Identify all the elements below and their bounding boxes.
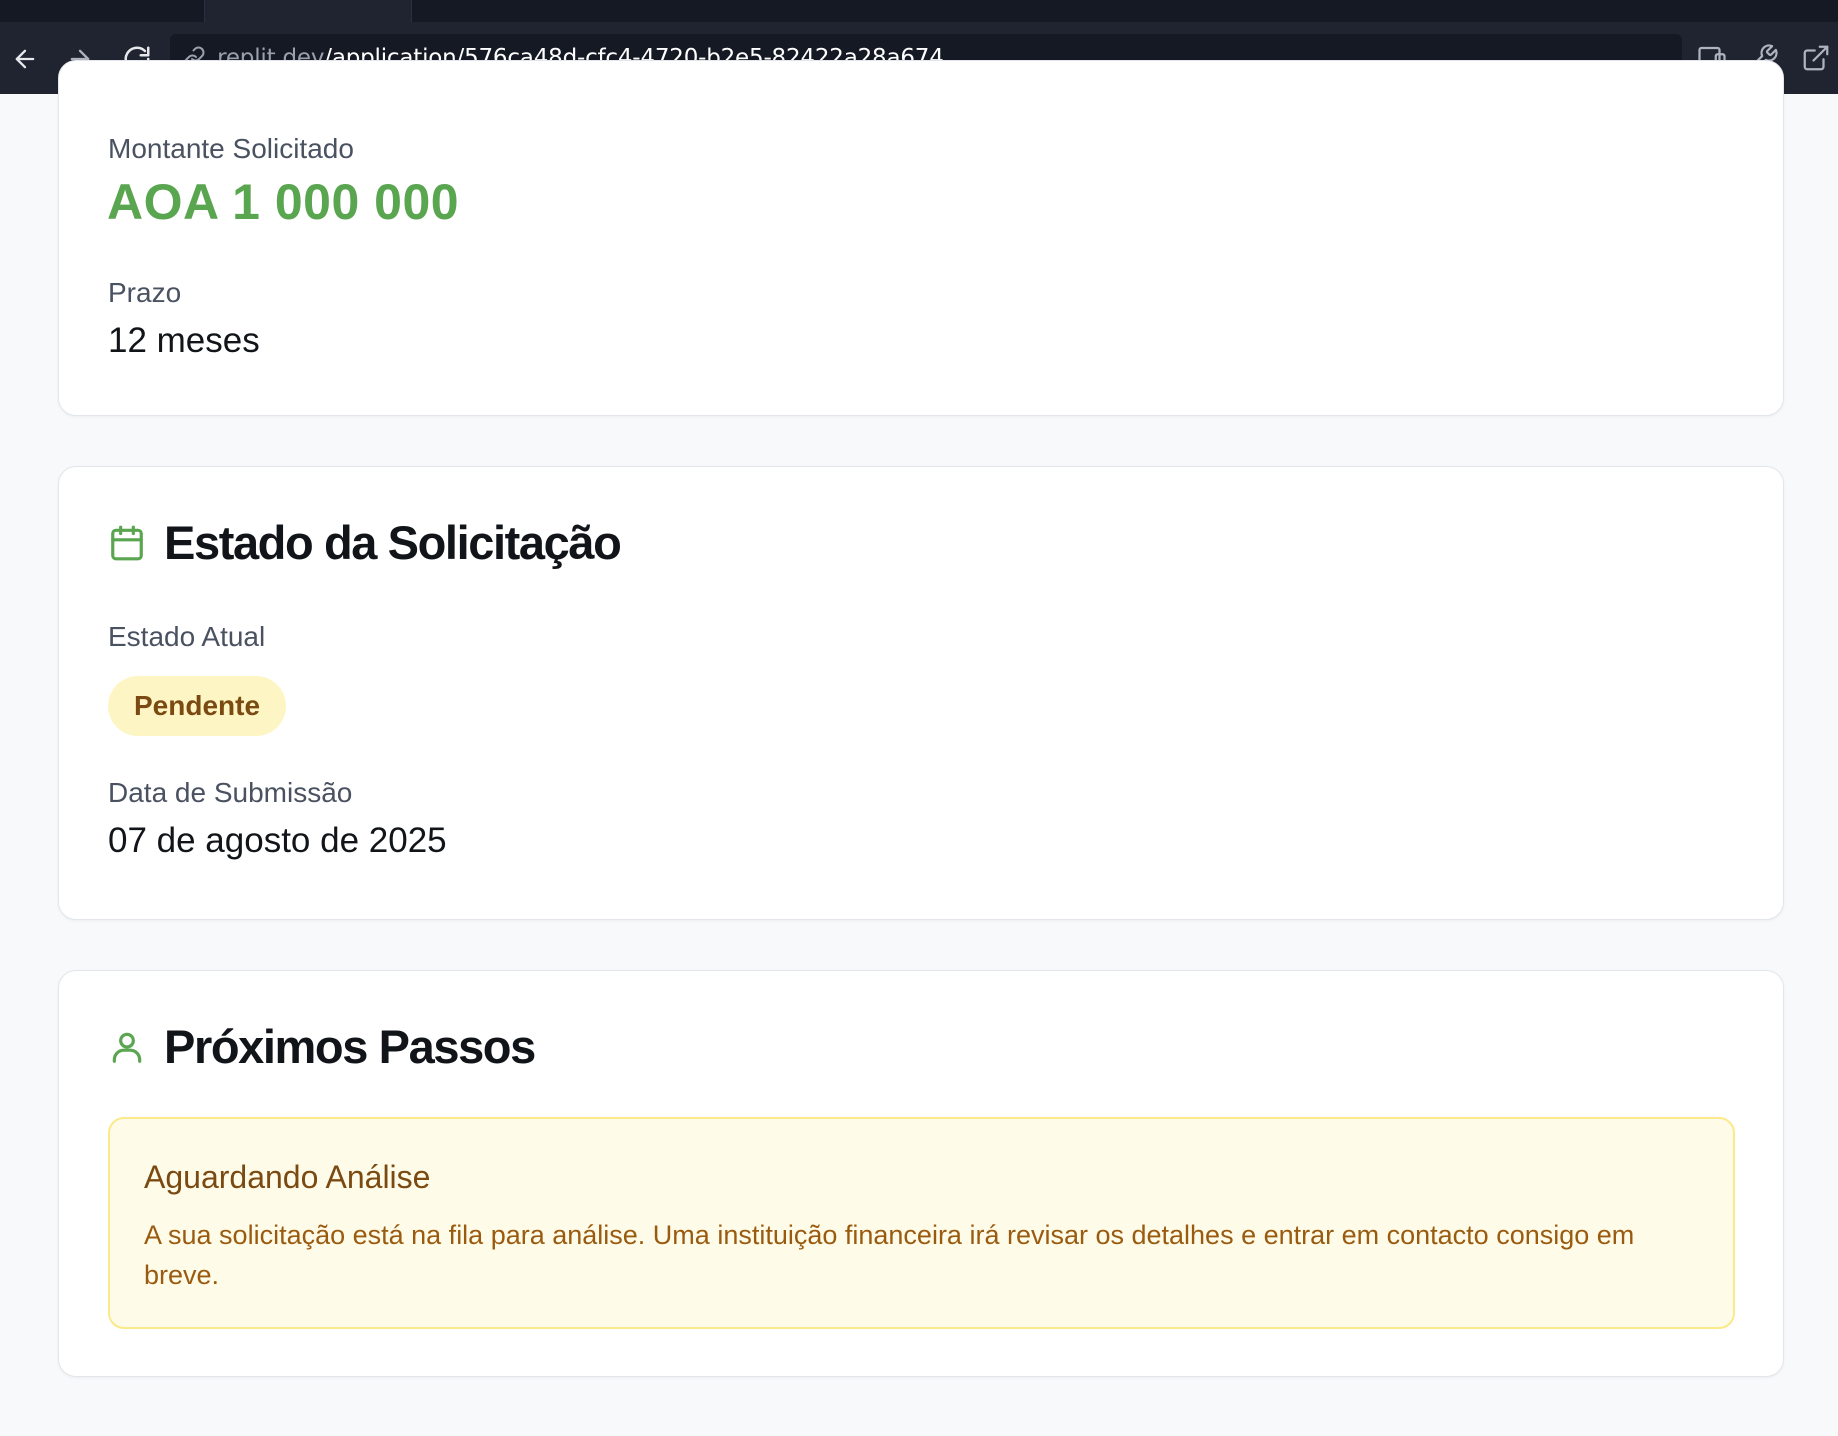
user-icon xyxy=(108,1028,146,1066)
term-value: 12 meses xyxy=(108,321,260,360)
status-badge: Pendente xyxy=(108,676,287,736)
notice-body: A sua solicitação está na fila para anál… xyxy=(144,1220,1635,1290)
current-status-label: Estado Atual xyxy=(108,621,266,652)
browser-tabstrip xyxy=(0,0,1838,22)
pending-review-notice: Aguardando Análise A sua solicitação est… xyxy=(108,1117,1735,1329)
next-steps-card-title: Próximos Passos xyxy=(164,1020,536,1073)
submission-date-label: Data de Submissão xyxy=(108,777,353,808)
amount-value: AOA 1 000 000 xyxy=(107,174,460,230)
next-steps-card-header: Próximos Passos xyxy=(108,1019,536,1074)
browser-tab-active[interactable] xyxy=(204,0,412,22)
external-link-icon xyxy=(1803,45,1829,71)
amount-label: Montante Solicitado xyxy=(108,133,354,164)
term-label: Prazo xyxy=(108,277,182,308)
loan-details-card: Montante Solicitado AOA 1 000 000 Prazo … xyxy=(58,60,1784,416)
status-card-title: Estado da Solicitação xyxy=(164,516,622,569)
status-card: Estado da Solicitação Estado Atual Pende… xyxy=(58,466,1784,920)
submission-date-value: 07 de agosto de 2025 xyxy=(108,821,447,860)
back-arrow-icon xyxy=(15,49,35,69)
next-steps-card: Próximos Passos Aguardando Análise A sua… xyxy=(58,970,1784,1377)
notice-title: Aguardando Análise xyxy=(144,1159,431,1195)
calendar-icon xyxy=(108,524,146,562)
status-card-header: Estado da Solicitação xyxy=(108,515,622,570)
open-new-tab-button[interactable] xyxy=(1798,40,1834,76)
back-button[interactable] xyxy=(8,42,42,76)
